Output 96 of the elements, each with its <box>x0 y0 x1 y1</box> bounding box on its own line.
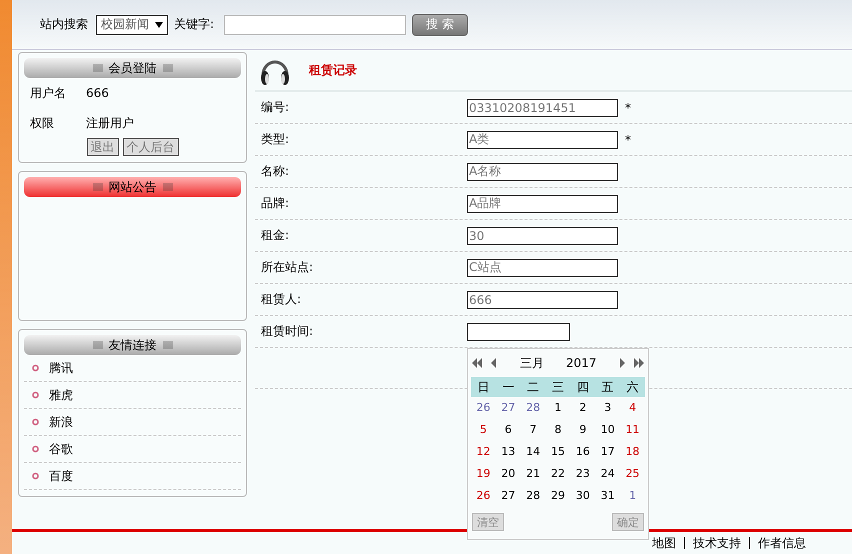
calendar-day[interactable]: 17 <box>595 441 620 463</box>
friend-link[interactable]: 谷歌 <box>49 440 73 458</box>
caret-icon <box>155 22 163 28</box>
calendar-day[interactable]: 28 <box>520 485 546 507</box>
bullet-icon <box>32 472 39 480</box>
calendar-day[interactable]: 25 <box>620 463 645 485</box>
calendar-day[interactable]: 16 <box>570 441 596 463</box>
bullet-icon <box>32 364 39 372</box>
calendar-day[interactable]: 15 <box>546 441 570 463</box>
keyword-field[interactable] <box>224 14 406 34</box>
calendar-day[interactable]: 24 <box>595 463 620 485</box>
calendar-day[interactable]: 31 <box>595 485 620 507</box>
calendar-day[interactable]: 14 <box>520 441 546 463</box>
calendar-day[interactable]: 4 <box>620 397 645 419</box>
calendar-day[interactable]: 27 <box>496 485 521 507</box>
field-label: 所在站点: <box>261 259 314 276</box>
panel-title: 网站公告 <box>108 178 156 196</box>
field-label: 类型: <box>261 131 290 148</box>
calendar-day[interactable]: 27 <box>496 397 521 419</box>
calendar-day[interactable]: 11 <box>620 419 645 441</box>
friend-link[interactable]: 百度 <box>49 468 73 484</box>
next-year-icon[interactable] <box>620 358 644 368</box>
calendar-day[interactable]: 2 <box>570 397 596 419</box>
weekday-header: 日 <box>471 377 496 397</box>
calendar-day[interactable]: 1 <box>546 397 570 419</box>
friend-link[interactable]: 新浪 <box>49 414 73 430</box>
required-mark: * <box>625 100 631 114</box>
field-value: 注册用户 <box>86 114 134 132</box>
footer-link[interactable]: 作者信息 <box>758 534 806 552</box>
text-field[interactable]: 03310208191451 <box>467 98 618 116</box>
weekday-header: 六 <box>620 377 645 397</box>
grip-icon <box>92 64 102 72</box>
calendar-day[interactable]: 1 <box>620 485 645 507</box>
calendar-day[interactable]: 3 <box>595 397 620 419</box>
grip-icon <box>162 183 172 191</box>
calendar-day[interactable]: 13 <box>496 441 521 463</box>
weekday-header: 一 <box>496 377 521 397</box>
keyword-label: 关键字: <box>174 16 214 33</box>
friend-link[interactable]: 雅虎 <box>49 386 73 404</box>
text-field[interactable]: A品牌 <box>467 194 618 212</box>
field-label: 租赁人: <box>261 291 302 308</box>
previous-year-icon[interactable] <box>472 358 496 368</box>
calendar-day[interactable]: 26 <box>471 485 496 507</box>
grip-icon <box>162 341 172 349</box>
calendar-day[interactable]: 28 <box>520 397 546 419</box>
calendar-day[interactable]: 22 <box>546 463 570 485</box>
grip-icon <box>162 64 172 72</box>
weekday-header: 五 <box>595 377 620 397</box>
calendar-day[interactable]: 9 <box>570 419 596 441</box>
field-label: 编号: <box>261 99 290 116</box>
panel-title: 会员登陆 <box>108 60 156 76</box>
panel-title: 友情连接 <box>108 336 156 354</box>
weekday-header: 三 <box>546 377 570 397</box>
text-field[interactable]: A类 <box>467 130 618 148</box>
bullet-icon <box>32 445 39 453</box>
required-mark: * <box>625 132 631 146</box>
grip-icon <box>92 341 102 349</box>
field-label: 品牌: <box>261 195 290 212</box>
text-field[interactable]: A名称 <box>467 162 618 180</box>
footer-link[interactable]: 技术支持 <box>693 534 741 552</box>
calendar-day[interactable]: 23 <box>570 463 596 485</box>
search-label: 站内搜索 <box>40 16 88 33</box>
calendar-day[interactable]: 20 <box>496 463 521 485</box>
form-title: 租赁记录 <box>309 62 357 78</box>
weekday-header: 四 <box>570 377 596 397</box>
calendar-year: 2017 <box>566 356 598 370</box>
weekday-header: 二 <box>520 377 546 397</box>
field-label: 权限 <box>30 114 55 132</box>
field-label: 租金: <box>261 227 290 244</box>
calendar-day[interactable]: 8 <box>546 419 570 441</box>
bullet-icon <box>32 391 39 399</box>
calendar-day[interactable]: 30 <box>570 485 596 507</box>
calendar-day[interactable]: 5 <box>471 419 496 441</box>
bullet-icon <box>32 418 39 426</box>
calendar-day[interactable]: 21 <box>520 463 546 485</box>
calendar-day[interactable]: 26 <box>471 397 496 419</box>
calendar-month: 三月 <box>520 354 544 372</box>
calendar-day[interactable]: 6 <box>496 419 521 441</box>
calendar-day[interactable]: 18 <box>620 441 645 463</box>
text-field[interactable]: C站点 <box>467 258 618 276</box>
field-label: 租赁时间: <box>261 323 314 340</box>
calendar-day[interactable]: 29 <box>546 485 570 507</box>
date-field[interactable] <box>467 322 570 340</box>
calendar-day[interactable]: 7 <box>520 419 546 441</box>
text-field[interactable]: 666 <box>467 290 618 308</box>
calendar-day[interactable]: 12 <box>471 441 496 463</box>
field-label: 名称: <box>261 163 290 180</box>
friend-link[interactable]: 腾讯 <box>49 360 73 376</box>
calendar-day[interactable]: 10 <box>595 419 620 441</box>
calendar-day[interactable]: 19 <box>471 463 496 485</box>
field-label: 用户名 <box>30 84 67 102</box>
field-value: 666 <box>86 86 109 100</box>
grip-icon <box>92 183 102 191</box>
footer-link[interactable]: 地图 <box>652 534 676 552</box>
text-field[interactable]: 30 <box>467 226 618 244</box>
category-select[interactable]: 校园新闻 <box>96 14 168 34</box>
